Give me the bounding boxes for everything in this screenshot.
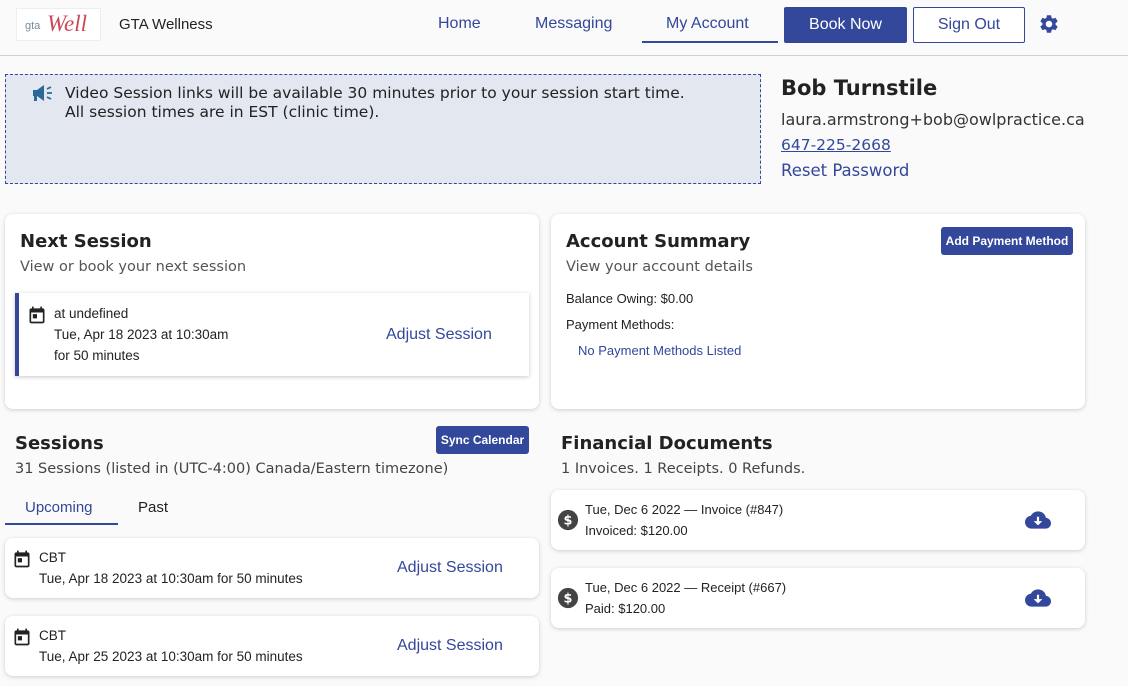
sync-calendar-button[interactable]: Sync Calendar bbox=[436, 426, 529, 454]
session-type: CBT bbox=[39, 550, 66, 565]
sessions-count: 31 Sessions (listed in (UTC-4:00) Canada… bbox=[15, 461, 449, 477]
svg-text:$: $ bbox=[564, 592, 573, 607]
financial-document-item bbox=[551, 568, 1085, 628]
next-session-duration: for 50 minutes bbox=[54, 348, 140, 363]
financial-summary: 1 Invoices. 1 Receipts. 0 Refunds. bbox=[561, 461, 806, 477]
cloud-download-icon[interactable] bbox=[1025, 588, 1051, 608]
account-summary-subtitle: View your account details bbox=[566, 259, 753, 275]
svg-text:$: $ bbox=[564, 514, 573, 529]
next-session-title: Next Session bbox=[20, 231, 152, 252]
dollar-circle-icon: $ bbox=[557, 587, 579, 609]
nav-home[interactable]: Home bbox=[438, 15, 481, 33]
nav-my-account[interactable]: My Account bbox=[666, 15, 749, 33]
calendar-icon bbox=[14, 628, 30, 646]
next-session-subtitle: View or book your next session bbox=[20, 259, 247, 275]
document-amount: Paid: $120.00 bbox=[585, 601, 666, 616]
nav-messaging[interactable]: Messaging bbox=[535, 15, 612, 33]
no-payment-methods-text: No Payment Methods Listed bbox=[578, 343, 742, 358]
gear-icon[interactable] bbox=[1038, 13, 1060, 35]
sign-out-button[interactable]: Sign Out bbox=[913, 7, 1025, 43]
adjust-next-session-link[interactable]: Adjust Session bbox=[386, 326, 492, 344]
calendar-icon bbox=[29, 306, 45, 324]
client-email: laura.armstrong+bob@owlpractice.ca bbox=[781, 110, 1085, 129]
next-session-location: at undefined bbox=[54, 306, 129, 321]
notice-line-2: All session times are in EST (clinic tim… bbox=[65, 103, 380, 121]
tab-active-indicator bbox=[5, 523, 118, 525]
session-when: Tue, Apr 18 2023 at 10:30am for 50 minut… bbox=[39, 571, 303, 586]
dollar-circle-icon: $ bbox=[557, 509, 579, 531]
clinic-name: GTA Wellness bbox=[119, 16, 213, 33]
balance-owing: Balance Owing: $0.00 bbox=[566, 291, 694, 306]
client-phone-link[interactable]: 647-225-2668 bbox=[781, 136, 891, 154]
sessions-title: Sessions bbox=[15, 433, 104, 454]
tab-upcoming[interactable]: Upcoming bbox=[25, 499, 93, 516]
logo-prefix: gta bbox=[25, 20, 41, 32]
logo-script: Well bbox=[47, 11, 88, 36]
clinic-logo[interactable]: gta Well bbox=[16, 8, 101, 41]
financial-documents-title: Financial Documents bbox=[561, 433, 773, 454]
session-notice-banner: Video Session links will be available 30… bbox=[5, 74, 761, 184]
notice-line-1: Video Session links will be available 30… bbox=[65, 84, 685, 102]
document-heading: Tue, Dec 6 2022 — Invoice (#847) bbox=[585, 502, 784, 517]
client-name: Bob Turnstile bbox=[781, 76, 938, 100]
megaphone-icon bbox=[33, 85, 52, 101]
adjust-session-link[interactable]: Adjust Session bbox=[397, 637, 503, 655]
reset-password-link[interactable]: Reset Password bbox=[781, 161, 909, 180]
top-navigation-bar: gta Well GTA Wellness Home Messaging My … bbox=[0, 0, 1128, 56]
nav-active-indicator bbox=[642, 41, 778, 43]
cloud-download-icon[interactable] bbox=[1025, 510, 1051, 530]
session-when: Tue, Apr 25 2023 at 10:30am for 50 minut… bbox=[39, 649, 303, 664]
account-summary-title: Account Summary bbox=[566, 231, 751, 252]
document-amount: Invoiced: $120.00 bbox=[585, 523, 688, 538]
financial-document-item bbox=[551, 490, 1085, 550]
book-now-button[interactable]: Book Now bbox=[784, 7, 907, 43]
tab-past[interactable]: Past bbox=[138, 499, 168, 516]
payment-methods-label: Payment Methods: bbox=[566, 317, 675, 332]
notice-message: Video Session links will be available 30… bbox=[65, 84, 685, 122]
calendar-icon bbox=[14, 550, 30, 568]
next-session-datetime: Tue, Apr 18 2023 at 10:30am bbox=[54, 327, 229, 342]
session-type: CBT bbox=[39, 628, 66, 643]
adjust-session-link[interactable]: Adjust Session bbox=[397, 559, 503, 577]
document-heading: Tue, Dec 6 2022 — Receipt (#667) bbox=[585, 580, 787, 595]
add-payment-method-button[interactable]: Add Payment Method bbox=[941, 227, 1073, 255]
